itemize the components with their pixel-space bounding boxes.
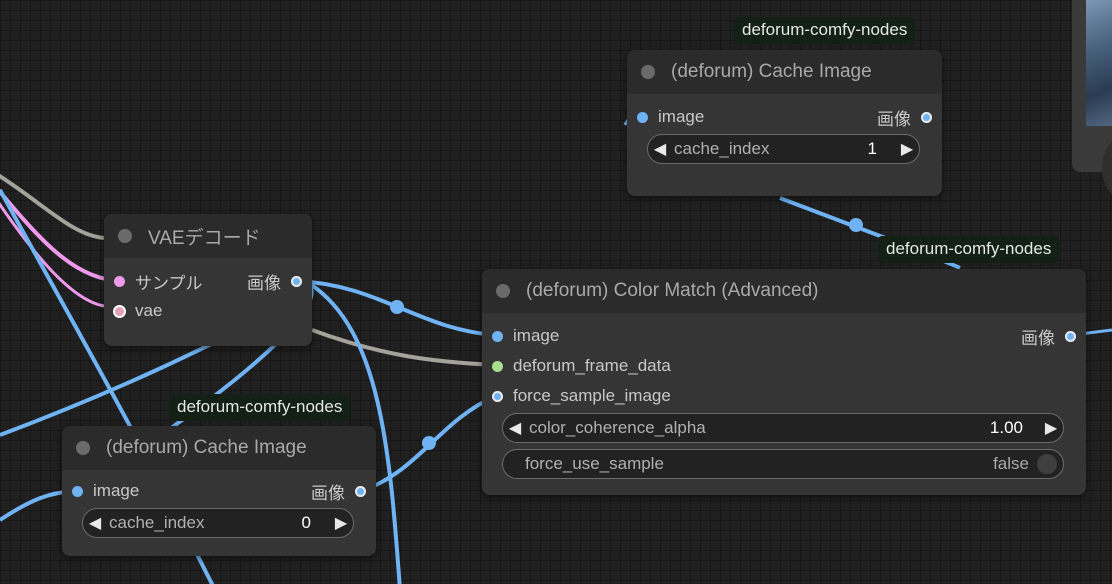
cache-image-node-bottom[interactable]: (deforum) Cache Image image 画像 ◀ cache_i… bbox=[62, 426, 376, 556]
slot-row-samples: サンプル 画像 bbox=[104, 266, 312, 296]
color-coherence-alpha-stepper[interactable]: ◀ color_coherence_alpha 1.00 ▶ bbox=[502, 413, 1064, 443]
wire-pink-samples bbox=[0, 188, 117, 283]
input-slot-image[interactable]: image bbox=[492, 321, 559, 351]
reroute-point bbox=[422, 436, 436, 450]
node-title-bar[interactable]: (deforum) Cache Image bbox=[627, 50, 942, 94]
collapse-dot-icon[interactable] bbox=[641, 65, 655, 79]
node-source-badge: deforum-comfy-nodes bbox=[878, 236, 1060, 263]
slot-label: image bbox=[93, 481, 140, 500]
slot-row-image: image 画像 bbox=[482, 321, 1086, 351]
wire-blue-vae-to-colormatch bbox=[297, 279, 497, 337]
widget-value: 0 bbox=[301, 513, 311, 532]
image-input-dot-icon[interactable] bbox=[492, 330, 503, 342]
vae-input-dot-icon[interactable] bbox=[113, 304, 126, 318]
image-input-dot-icon[interactable] bbox=[637, 111, 648, 123]
image-output-dot-icon[interactable] bbox=[355, 485, 366, 497]
increment-arrow-icon[interactable]: ▶ bbox=[329, 513, 353, 533]
decrement-arrow-icon[interactable]: ◀ bbox=[83, 513, 107, 533]
slot-label: force_sample_image bbox=[513, 386, 671, 405]
node-source-badge: deforum-comfy-nodes bbox=[734, 17, 916, 44]
decrement-arrow-icon[interactable]: ◀ bbox=[503, 418, 527, 438]
slot-row-image: image 画像 bbox=[62, 476, 376, 506]
widget-label: force_use_sample bbox=[525, 454, 664, 473]
frame-data-input-dot-icon[interactable] bbox=[492, 360, 503, 372]
slot-label: 画像 bbox=[247, 273, 281, 293]
slot-label: image bbox=[658, 107, 705, 126]
slot-label: image bbox=[513, 326, 560, 345]
slot-row-force-sample: force_sample_image bbox=[482, 381, 1086, 411]
slot-label: vae bbox=[135, 301, 163, 320]
output-slot-image[interactable]: 画像 bbox=[1021, 321, 1076, 351]
widget-value: 1.00 bbox=[989, 418, 1023, 437]
node-title: (deforum) Color Match (Advanced) bbox=[526, 280, 819, 301]
widget-value: 1 bbox=[867, 139, 877, 158]
image-input-dot-icon[interactable] bbox=[492, 390, 503, 402]
output-slot-image[interactable]: 画像 bbox=[311, 476, 366, 506]
image-output-dot-icon[interactable] bbox=[921, 111, 932, 123]
node-title-bar[interactable]: VAEデコード bbox=[104, 214, 312, 258]
slot-row-vae: vae bbox=[104, 296, 312, 326]
widget-label: color_coherence_alpha bbox=[529, 418, 706, 437]
cache-image-node-top[interactable]: (deforum) Cache Image image 画像 ◀ cache_i… bbox=[627, 50, 942, 196]
toggle-knob-icon[interactable] bbox=[1037, 454, 1057, 474]
input-slot-force-sample-image[interactable]: force_sample_image bbox=[492, 381, 671, 411]
decrement-arrow-icon[interactable]: ◀ bbox=[648, 139, 672, 159]
collapse-dot-icon[interactable] bbox=[496, 284, 510, 298]
latent-input-dot-icon[interactable] bbox=[114, 275, 125, 287]
increment-arrow-icon[interactable]: ▶ bbox=[1039, 418, 1063, 438]
image-input-dot-icon[interactable] bbox=[72, 485, 83, 497]
slot-label: deforum_frame_data bbox=[513, 356, 671, 375]
cache-index-stepper[interactable]: ◀ cache_index 0 ▶ bbox=[82, 508, 354, 538]
wire-pink-vae bbox=[0, 202, 105, 308]
node-title-bar[interactable]: (deforum) Cache Image bbox=[62, 426, 376, 470]
wire-blue-cache-to-force bbox=[361, 394, 497, 493]
image-output-dot-icon[interactable] bbox=[291, 275, 302, 287]
output-slot-image[interactable]: 画像 bbox=[877, 102, 932, 132]
node-source-badge: deforum-comfy-nodes bbox=[169, 394, 351, 421]
output-slot-image[interactable]: 画像 bbox=[247, 266, 302, 296]
vae-decode-node[interactable]: VAEデコード サンプル 画像 vae bbox=[104, 214, 312, 346]
collapse-dot-icon[interactable] bbox=[76, 441, 90, 455]
reroute-point bbox=[849, 218, 863, 232]
wire-gray-to-vae bbox=[0, 173, 105, 240]
reroute-point bbox=[390, 300, 404, 314]
node-title: (deforum) Cache Image bbox=[106, 437, 307, 458]
input-slot-deforum-frame-data[interactable]: deforum_frame_data bbox=[492, 351, 671, 381]
force-use-sample-toggle[interactable]: force_use_sample false bbox=[502, 449, 1064, 479]
node-title: (deforum) Cache Image bbox=[671, 61, 872, 82]
widget-value: false bbox=[993, 454, 1029, 473]
input-slot-image[interactable]: image bbox=[637, 102, 704, 132]
input-slot-image[interactable]: image bbox=[72, 476, 139, 506]
cache-index-stepper[interactable]: ◀ cache_index 1 ▶ bbox=[647, 134, 920, 164]
slot-row-frame-data: deforum_frame_data bbox=[482, 351, 1086, 381]
node-title-bar[interactable]: (deforum) Color Match (Advanced) bbox=[482, 269, 1086, 313]
slot-label: 画像 bbox=[1021, 328, 1055, 348]
increment-arrow-icon[interactable]: ▶ bbox=[895, 139, 919, 159]
slot-label: 画像 bbox=[877, 109, 911, 129]
image-preview-thumbnail bbox=[1086, 0, 1112, 126]
slot-label: 画像 bbox=[311, 483, 345, 503]
input-slot-samples[interactable]: サンプル bbox=[114, 266, 203, 296]
image-output-dot-icon[interactable] bbox=[1065, 330, 1076, 342]
widget-label: cache_index bbox=[109, 513, 205, 532]
widget-label: cache_index bbox=[674, 139, 770, 158]
slot-row-image: image 画像 bbox=[627, 102, 942, 132]
node-title: VAEデコード bbox=[148, 227, 261, 249]
collapse-dot-icon[interactable] bbox=[118, 229, 132, 243]
color-match-node[interactable]: (deforum) Color Match (Advanced) image 画… bbox=[482, 269, 1086, 495]
input-slot-vae[interactable]: vae bbox=[113, 296, 163, 326]
wire-gray-to-frame-data bbox=[311, 328, 497, 367]
slot-label: サンプル bbox=[135, 273, 203, 293]
node-graph-canvas[interactable]: VAEデコード サンプル 画像 vae deforum-comfy-nodes … bbox=[0, 0, 1112, 584]
